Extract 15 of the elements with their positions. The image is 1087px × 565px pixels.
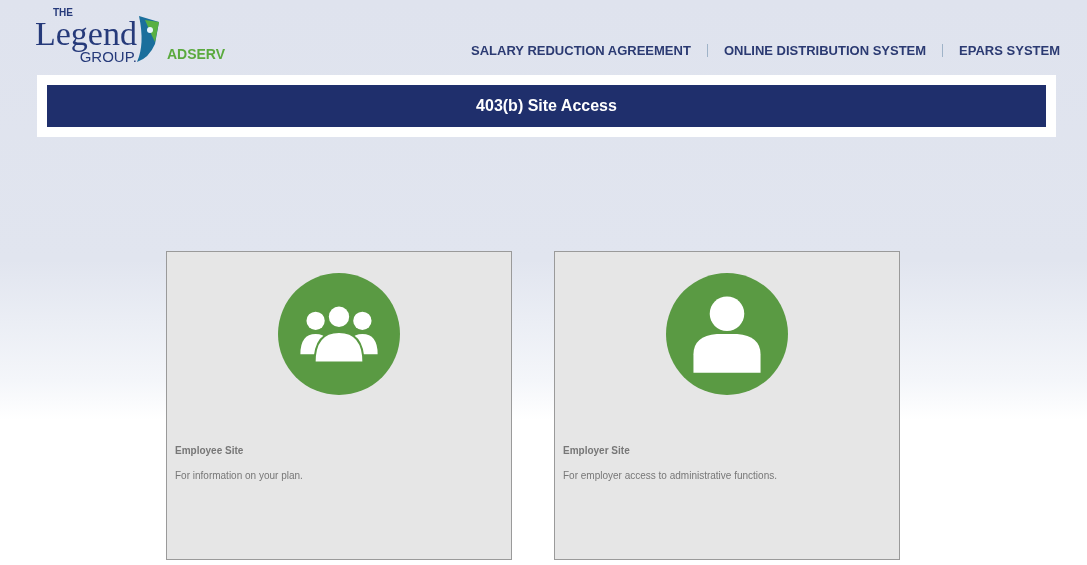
site-card[interactable]: Employer Site For employer access to administrative functions. <box>554 251 900 560</box>
nav-link[interactable]: SALARY REDUCTION AGREEMENT <box>471 43 691 58</box>
page-title: 403(b) Site Access <box>476 97 617 115</box>
card-description: For information on your plan. <box>175 470 304 481</box>
logo-text: THE <box>53 8 73 18</box>
card-title: Employer Site <box>563 445 631 456</box>
logo-text: Legend <box>35 18 137 50</box>
card-title: Employee Site <box>175 445 245 456</box>
people-group-icon <box>278 273 400 395</box>
person-icon <box>666 273 788 395</box>
nav-link[interactable]: EPARS SYSTEM <box>959 43 1060 58</box>
card-description: For employer access to administrative functions. <box>563 470 778 481</box>
site-card[interactable]: Employee Site For information on your plan. <box>166 251 512 560</box>
nav-link[interactable]: ONLINE DISTRIBUTION SYSTEM <box>723 43 927 58</box>
logo-text: ADSERV <box>166 46 226 62</box>
